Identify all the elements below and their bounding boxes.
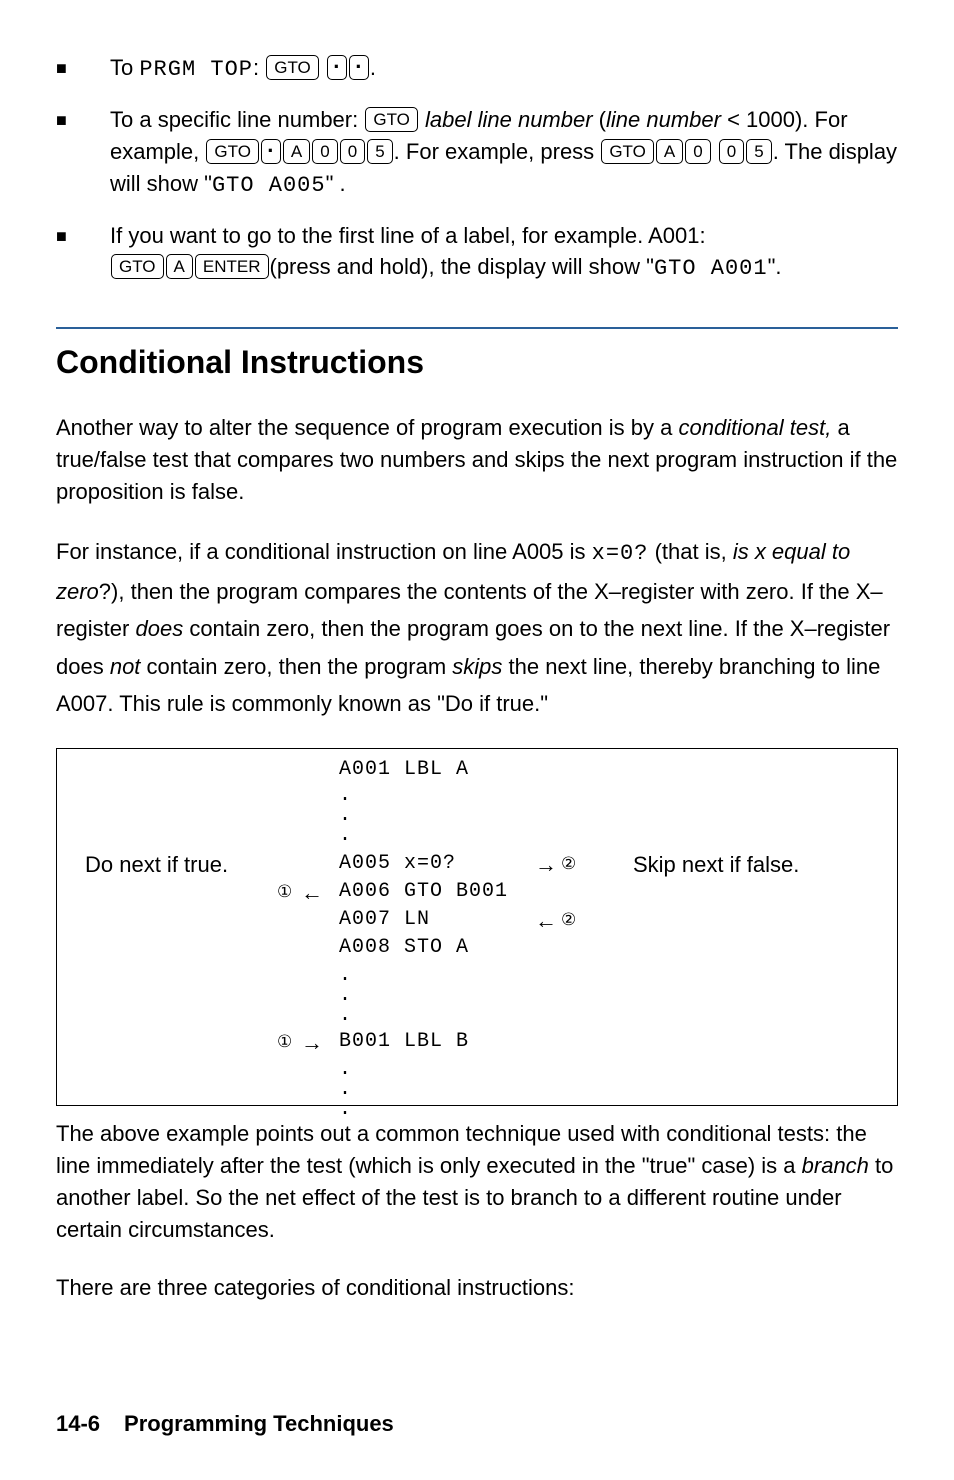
key-gto: GTO	[365, 107, 418, 132]
circle-1-icon: ①	[277, 880, 292, 905]
text: To a specific line number:	[110, 107, 364, 132]
section-heading: Conditional Instructions	[56, 339, 898, 385]
key-dot	[261, 139, 281, 164]
key-a: A	[166, 254, 193, 279]
italic-text: does	[135, 616, 183, 641]
key-0: 0	[312, 139, 337, 164]
text: Another way to alter the sequence of pro…	[56, 415, 678, 440]
bullet-marker: ■	[56, 52, 110, 86]
bullet-2-body: To a specific line number: GTO label lin…	[110, 104, 898, 202]
italic-text: skips	[452, 654, 502, 679]
key-gto: GTO	[266, 55, 319, 80]
key-gto: GTO	[111, 254, 164, 279]
key-0: 0	[685, 139, 710, 164]
paragraph-1: Another way to alter the sequence of pro…	[56, 412, 898, 508]
code-line: .	[339, 1095, 352, 1124]
arrow-left-icon: ←	[535, 905, 557, 937]
arrow-right-icon: →	[301, 1027, 323, 1059]
code-example-box: A001 LBL A . . . Do next if true. A005 x…	[56, 748, 898, 1106]
arrow-right-icon: →	[535, 849, 557, 881]
bullet-marker: ■	[56, 104, 110, 202]
text: .	[370, 55, 376, 80]
seg7-text: x=0?	[592, 541, 649, 566]
key-0: 0	[340, 139, 365, 164]
key-dot	[349, 55, 369, 80]
anno-skip-next: Skip next if false.	[633, 849, 799, 881]
bullet-marker: ■	[56, 220, 110, 286]
key-gto: GTO	[601, 139, 654, 164]
section-rule	[56, 327, 898, 329]
key-0: 0	[719, 139, 744, 164]
key-gto: GTO	[206, 139, 259, 164]
text: ".	[768, 254, 782, 279]
page-footer: 14-6 Programming Techniques	[56, 1408, 394, 1440]
text: (press and hold), the display will show …	[270, 254, 654, 279]
page-number: 14-6	[56, 1411, 100, 1436]
anno-do-next: Do next if true.	[85, 849, 228, 881]
code-line: .	[339, 821, 352, 850]
seg7-text: GTO A001	[654, 256, 768, 281]
key-5: 5	[746, 139, 771, 164]
italic-text: line number	[606, 107, 721, 132]
code-line: .	[339, 1001, 352, 1030]
text: If you want to go to the first line of a…	[110, 223, 706, 248]
seg7-text: PRGM TOP	[139, 57, 253, 82]
text: contain zero, then the program	[140, 654, 452, 679]
code-line: B001 LBL B	[339, 1027, 469, 1056]
circle-2-icon: ②	[561, 852, 576, 877]
bullet-3-body: If you want to go to the first line of a…	[110, 220, 898, 286]
text: (	[593, 107, 606, 132]
seg7-text: GTO A005	[212, 173, 326, 198]
code-line: A008 STO A	[339, 933, 469, 962]
text: The above example points out a common te…	[56, 1121, 867, 1178]
paragraph-4: There are three categories of conditiona…	[56, 1272, 898, 1304]
text: :	[253, 55, 265, 80]
code-line: A001 LBL A	[339, 755, 469, 784]
bullet-1-body: To PRGM TOP: GTO .	[110, 52, 898, 86]
key-a: A	[283, 139, 310, 164]
key-dot	[327, 55, 347, 80]
paragraph-2: For instance, if a conditional instructi…	[56, 533, 898, 722]
text: To	[110, 55, 139, 80]
circle-2-icon: ②	[561, 908, 576, 933]
key-a: A	[656, 139, 683, 164]
text: " .	[326, 171, 346, 196]
italic-text: not	[110, 654, 141, 679]
chapter-title: Programming Techniques	[124, 1411, 394, 1436]
paragraph-3: The above example points out a common te…	[56, 1118, 898, 1246]
italic-text: conditional test,	[678, 415, 831, 440]
arrow-left-icon: ←	[301, 877, 323, 909]
code-line: A005 x=0?	[339, 849, 456, 878]
key-5: 5	[367, 139, 392, 164]
key-enter: ENTER	[195, 254, 269, 279]
text: . For example, press	[394, 139, 601, 164]
text: (that is,	[648, 539, 732, 564]
text: For instance, if a conditional instructi…	[56, 539, 592, 564]
bullet-1: ■ To PRGM TOP: GTO .	[56, 52, 898, 86]
code-line: A007 LN	[339, 905, 430, 934]
bullet-3: ■ If you want to go to the first line of…	[56, 220, 898, 286]
code-line: A006 GTO B001	[339, 877, 508, 906]
italic-text: label line number	[425, 107, 593, 132]
bullet-2: ■ To a specific line number: GTO label l…	[56, 104, 898, 202]
italic-text: branch	[802, 1153, 869, 1178]
circle-1-icon: ①	[277, 1030, 292, 1055]
